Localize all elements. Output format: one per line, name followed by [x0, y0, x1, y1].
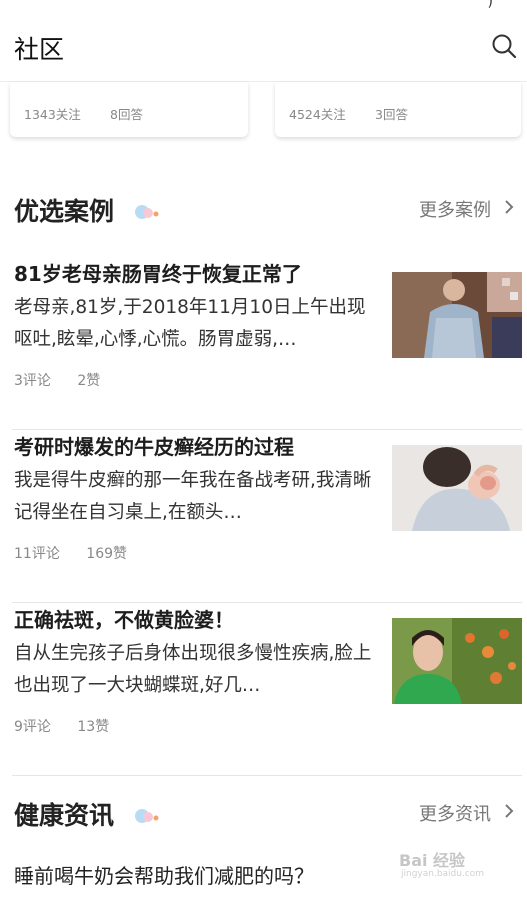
case-stats: 9评论 13赞	[14, 716, 131, 736]
top-bar: ) 社区	[0, 0, 527, 82]
chevron-right-icon[interactable]	[503, 198, 515, 216]
news-section-header: 健康资讯 更多资讯	[0, 792, 527, 836]
case-stats: 3评论 2赞	[14, 370, 122, 390]
case-title: 考研时爆发的牛皮癣经历的过程	[14, 435, 294, 459]
watermark-text: Bai 经验	[399, 851, 466, 870]
case-title: 正确祛斑，不做黄脸婆！	[14, 608, 234, 632]
follow-count: 1343关注	[24, 107, 81, 122]
case-item[interactable]: 考研时爆发的牛皮癣经历的过程 我是得牛皮癣的那一年我在备战考研,我清晰记得坐在自…	[12, 431, 522, 603]
case-item[interactable]: 81岁老母亲肠胃终于恢复正常了 老母亲,81岁,于2018年11月10日上午出现…	[12, 258, 522, 430]
status-glyph: )	[487, 0, 493, 10]
case-thumbnail	[392, 445, 522, 531]
answer-count: 8回答	[110, 107, 143, 122]
like-count: 13赞	[77, 719, 110, 735]
case-thumbnail	[392, 618, 522, 704]
case-description: 我是得牛皮癣的那一年我在备战考研,我清晰记得坐在自习桌上,在额头…	[14, 470, 372, 523]
cases-section-header: 优选案例 更多案例	[0, 188, 527, 232]
case-description: 自从生完孩子后身体出现很多慢性疾病,脸上也出现了一大块蝴蝶斑,好几…	[14, 643, 372, 696]
like-count: 169赞	[86, 546, 128, 562]
case-stats: 11评论 169赞	[14, 543, 149, 563]
answer-count: 3回答	[375, 107, 408, 122]
section-title: 健康资讯	[14, 801, 115, 830]
comment-count: 3评论	[14, 373, 51, 389]
case-item[interactable]: 正确祛斑，不做黄脸婆！ 自从生完孩子后身体出现很多慢性疾病,脸上也出现了一大块蝴…	[12, 604, 522, 776]
case-description: 老母亲,81岁,于2018年11月10日上午出现呕吐,眩晕,心悸,心慌。肠胃虚弱…	[14, 297, 366, 350]
search-icon[interactable]	[491, 33, 517, 59]
chevron-right-icon[interactable]	[503, 802, 515, 820]
section-title: 优选案例	[14, 197, 115, 226]
comment-count: 11评论	[14, 546, 60, 562]
case-title: 81岁老母亲肠胃终于恢复正常了	[14, 262, 302, 286]
follow-count: 4524关注	[289, 107, 346, 122]
like-count: 2赞	[77, 373, 101, 389]
topic-card[interactable]: 4524关注 3回答	[275, 82, 521, 137]
more-news-link[interactable]: 更多资讯	[419, 800, 491, 826]
page-title: 社区	[14, 35, 65, 64]
comment-count: 9评论	[14, 719, 51, 735]
news-item-title[interactable]: 睡前喝牛奶会帮助我们减肥的吗？	[14, 860, 314, 889]
more-cases-link[interactable]: 更多案例	[419, 196, 491, 222]
watermark-url: jingyan.baidu.com	[401, 869, 485, 879]
topic-cards: 1343关注 8回答 4524关注 3回答	[0, 82, 527, 140]
case-thumbnail	[392, 272, 522, 358]
decor-dots-icon	[135, 809, 159, 823]
decor-dots-icon	[135, 205, 159, 219]
topic-card[interactable]: 1343关注 8回答	[10, 82, 248, 137]
watermark: Bai 经验 jingyan.baidu.com	[399, 843, 499, 887]
